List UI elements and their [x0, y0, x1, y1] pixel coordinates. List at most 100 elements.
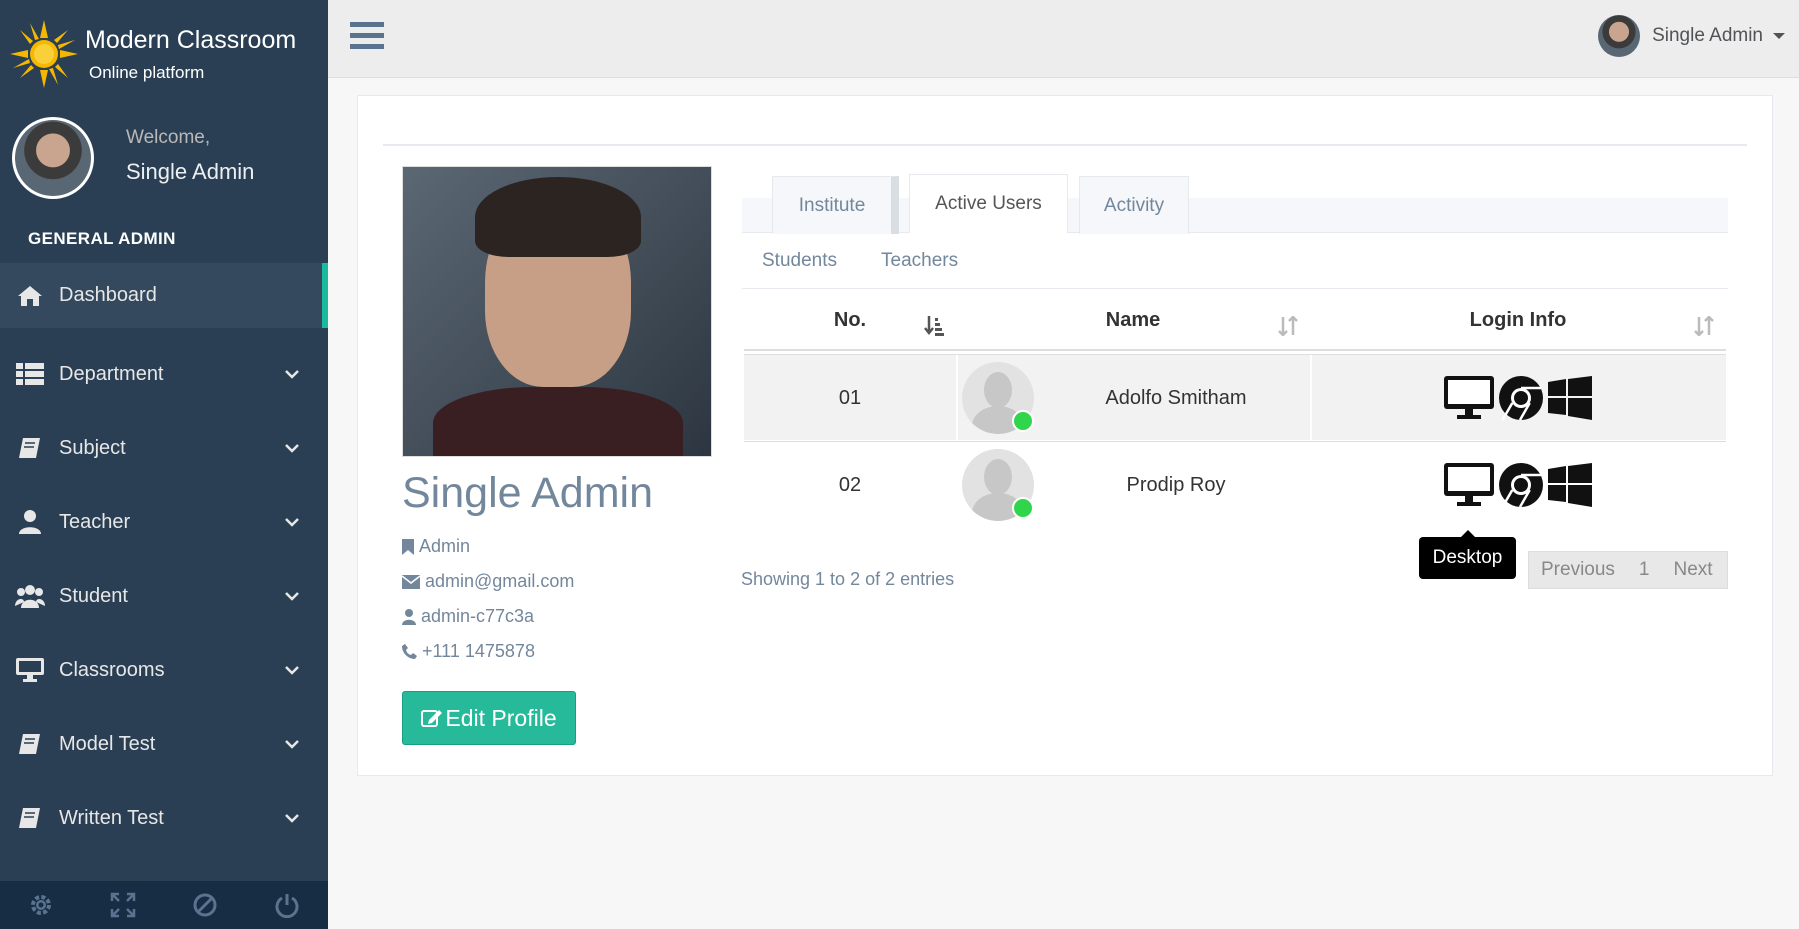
next-button[interactable]: Next — [1662, 559, 1725, 581]
chrome-icon[interactable] — [1498, 375, 1544, 421]
column-header-label: Name — [1105, 308, 1161, 331]
list-icon — [15, 361, 45, 387]
sun-logo-icon — [10, 20, 78, 88]
sidebar-item-label: Written Test — [59, 806, 164, 829]
book-icon — [15, 805, 45, 831]
lock-icon — [193, 893, 217, 917]
chevron-down-icon — [285, 518, 299, 527]
sidebar-item-classrooms[interactable]: Classrooms — [0, 633, 328, 707]
desktop-icon[interactable] — [1444, 463, 1494, 507]
row-number: 01 — [838, 386, 862, 409]
sidebar-item-student[interactable]: Student — [0, 559, 328, 633]
sidebar-item-label: Classrooms — [59, 658, 165, 681]
user-name: Adolfo Smitham — [1105, 386, 1247, 409]
brand[interactable]: Modern Classroom Online platform — [0, 0, 328, 100]
subtab-teachers[interactable]: Teachers — [881, 250, 958, 272]
desktop-icon — [15, 657, 45, 683]
pagination: Previous 1 Next — [1528, 551, 1728, 589]
login-info-cell — [1310, 442, 1726, 528]
user-menu[interactable]: Single Admin — [1598, 14, 1785, 58]
sidebar-nav: Dashboard Department Subject Teacher Stu… — [0, 263, 328, 855]
login-info-cell — [1310, 355, 1726, 441]
lock-button[interactable] — [164, 881, 246, 929]
row-name-cell: Adolfo Smitham — [956, 355, 1310, 441]
settings-button[interactable] — [0, 881, 82, 929]
sidebar-item-label: Subject — [59, 436, 126, 459]
section-title: GENERAL ADMIN — [28, 229, 176, 248]
windows-icon[interactable] — [1548, 376, 1592, 420]
sidebar-item-department[interactable]: Department — [0, 337, 328, 411]
fullscreen-button[interactable] — [82, 881, 164, 929]
brand-subtitle: Online platform — [89, 63, 205, 82]
sidebar-item-label: Model Test — [59, 732, 156, 755]
tab-activity[interactable]: Activity — [1079, 176, 1189, 234]
table-row: 02 Prodip Roy — [744, 441, 1726, 527]
book-icon — [15, 435, 45, 461]
chevron-down-icon — [285, 666, 299, 675]
profile-photo — [402, 166, 712, 457]
windows-icon[interactable] — [1548, 463, 1592, 507]
top-nav: Single Admin — [328, 0, 1799, 78]
sidebar-footer — [0, 881, 328, 929]
user-name: Prodip Roy — [1126, 473, 1226, 496]
sidebar-item-subject[interactable]: Subject — [0, 411, 328, 485]
tab-label: Active Users — [935, 193, 1042, 214]
tab-label: Activity — [1103, 194, 1165, 216]
sidebar-item-teacher[interactable]: Teacher — [0, 485, 328, 559]
profile-role: Admin — [402, 536, 470, 557]
chevron-down-icon — [285, 592, 299, 601]
column-header-login-info[interactable]: Login Info — [1310, 291, 1726, 351]
sidebar-item-label: Dashboard — [59, 284, 157, 306]
tab-institute[interactable]: Institute — [772, 176, 899, 234]
device-tooltip: Desktop — [1419, 530, 1516, 579]
sidebar-item-model-test[interactable]: Model Test — [0, 707, 328, 781]
users-icon — [15, 583, 45, 609]
column-header-label: Login Info — [1469, 308, 1567, 331]
sidebar-item-written-test[interactable]: Written Test — [0, 781, 328, 855]
sidebar-item-label: Teacher — [59, 510, 131, 533]
column-header-no[interactable]: No. — [744, 291, 956, 351]
profile-name: Single Admin — [402, 469, 653, 517]
row-number: 02 — [838, 473, 862, 496]
table-info: Showing 1 to 2 of 2 entries — [741, 569, 955, 589]
profile-phone-text: +111 1475878 — [422, 641, 535, 661]
desktop-icon[interactable] — [1444, 376, 1494, 420]
brand-title: Modern Classroom — [85, 26, 297, 54]
chrome-icon[interactable] — [1498, 462, 1544, 508]
user-icon — [402, 608, 416, 625]
profile-username-text: admin-c77c3a — [421, 606, 535, 626]
bookmark-icon — [402, 538, 414, 555]
sort-icon — [1278, 316, 1298, 336]
online-status-dot — [1012, 497, 1034, 519]
sidebar-item-dashboard[interactable]: Dashboard — [0, 263, 328, 328]
menu-toggle-icon[interactable] — [350, 20, 384, 52]
profile-username: admin-c77c3a — [402, 606, 534, 627]
fullscreen-icon — [110, 892, 136, 918]
profile-email-text: admin@gmail.com — [425, 571, 575, 591]
logout-button[interactable] — [246, 881, 328, 929]
chevron-down-icon — [285, 444, 299, 453]
subtabs: Students Teachers — [742, 233, 1728, 289]
user-menu-name: Single Admin — [1652, 25, 1763, 46]
row-name-cell: Prodip Roy — [956, 442, 1310, 528]
page-1-button[interactable]: 1 — [1627, 559, 1662, 581]
welcome-user-name: Single Admin — [126, 159, 255, 184]
settings-icon — [31, 895, 51, 915]
subtab-students[interactable]: Students — [762, 250, 837, 272]
chevron-down-icon — [285, 814, 299, 823]
tab-active-users[interactable]: Active Users — [909, 174, 1068, 233]
sort-asc-icon — [924, 316, 944, 336]
profile-panel: Single Admin Admin admin@gmail.com admin… — [357, 95, 1773, 776]
chevron-down-icon — [285, 370, 299, 379]
column-header-label: No. — [833, 308, 867, 331]
profile-email: admin@gmail.com — [402, 571, 574, 592]
column-header-name[interactable]: Name — [956, 291, 1310, 351]
profile-role-text: Admin — [419, 536, 471, 556]
divider — [383, 144, 1747, 146]
previous-button[interactable]: Previous — [1529, 559, 1627, 581]
sort-icon — [1694, 316, 1714, 336]
sidebar-item-label: Department — [59, 362, 164, 385]
table-row: 01 Adolfo Smitham — [744, 354, 1726, 441]
sidebar-item-label: Student — [59, 584, 128, 607]
edit-profile-button[interactable]: Edit Profile — [402, 691, 576, 745]
